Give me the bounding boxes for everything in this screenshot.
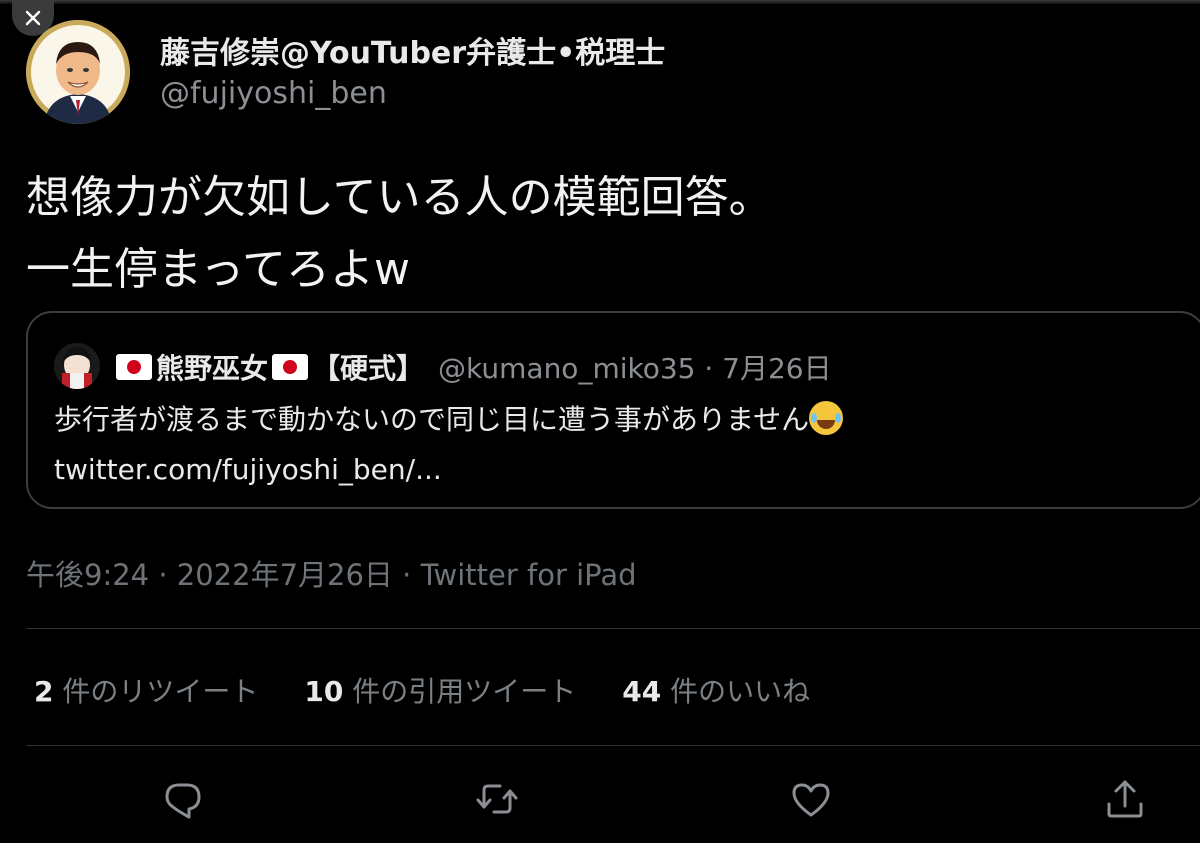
retweet-icon — [476, 784, 518, 814]
japan-flag-icon — [272, 354, 309, 380]
stat-count: 2 — [34, 675, 54, 708]
retweet-button[interactable] — [474, 776, 520, 822]
quoted-name-text: 熊野巫女 — [156, 352, 269, 385]
avatar-illustration — [26, 20, 130, 124]
close-icon — [25, 10, 41, 26]
share-icon — [1107, 780, 1143, 818]
quoted-text: 歩行者が渡るまで動かないので同じ目に遭う事がありません — [54, 403, 810, 436]
tweet-timestamp[interactable]: 午後9:24 · 2022年7月26日 · Twitter for iPad — [26, 552, 637, 594]
quoted-tweet-card[interactable]: 熊野巫女 【硬式】 @kumano_miko35 · 7月26日 歩行者が渡るま… — [26, 311, 1200, 509]
window-top-edge — [0, 0, 1200, 4]
quoted-avatar-illustration — [54, 343, 100, 389]
author-avatar[interactable] — [26, 20, 130, 124]
stat-label: 件のいいね — [670, 675, 811, 708]
retweet-count[interactable]: 2 件のリツイート — [34, 670, 258, 710]
quoted-handle-date: @kumano_miko35 · 7月26日 — [438, 352, 832, 385]
share-button[interactable] — [1102, 776, 1148, 822]
quoted-body: 歩行者が渡るまで動かないので同じ目に遭う事がありません twitter.com/… — [54, 395, 844, 495]
stat-count: 44 — [622, 675, 662, 708]
reply-button[interactable] — [160, 776, 206, 822]
quoted-name-suffix: 【硬式】 — [312, 352, 425, 385]
divider — [26, 745, 1200, 746]
quoted-header: 熊野巫女 【硬式】 @kumano_miko35 · 7月26日 — [112, 347, 832, 387]
tweet-text: 想像力が欠如している人の模範回答。 一生停まってろよw — [26, 162, 773, 306]
quoted-author-avatar — [54, 343, 100, 389]
quote-tweet-count[interactable]: 10 件の引用ツイート — [304, 670, 576, 710]
tweet-line-1: 想像力が欠如している人の模範回答。 — [26, 172, 773, 223]
like-count[interactable]: 44 件のいいね — [622, 670, 810, 710]
stat-label: 件のリツイート — [62, 675, 259, 708]
quoted-text-line: 歩行者が渡るまで動かないので同じ目に遭う事がありません — [54, 395, 844, 445]
divider — [26, 628, 1200, 629]
author-handle[interactable]: @fujiyoshi_ben — [160, 76, 387, 111]
japan-flag-icon — [116, 354, 152, 380]
tweet-actions-bar — [0, 776, 1200, 826]
heart-icon — [792, 783, 830, 817]
engagement-stats: 2 件のリツイート 10 件の引用ツイート 44 件のいいね — [34, 670, 856, 710]
quoted-display-name[interactable]: 熊野巫女 【硬式】 — [112, 347, 424, 387]
like-button[interactable] — [788, 776, 834, 822]
tears-of-joy-emoji-icon — [809, 401, 844, 435]
stat-count: 10 — [304, 675, 344, 708]
quoted-link[interactable]: twitter.com/fujiyoshi_ben/... — [54, 445, 843, 495]
tweet-line-2: 一生停まってろよw — [26, 244, 411, 295]
author-display-name[interactable]: 藤吉修崇@YouTuber弁護士•税理士 — [160, 28, 665, 72]
stat-label: 件の引用ツイート — [352, 675, 577, 708]
reply-icon — [165, 783, 201, 819]
